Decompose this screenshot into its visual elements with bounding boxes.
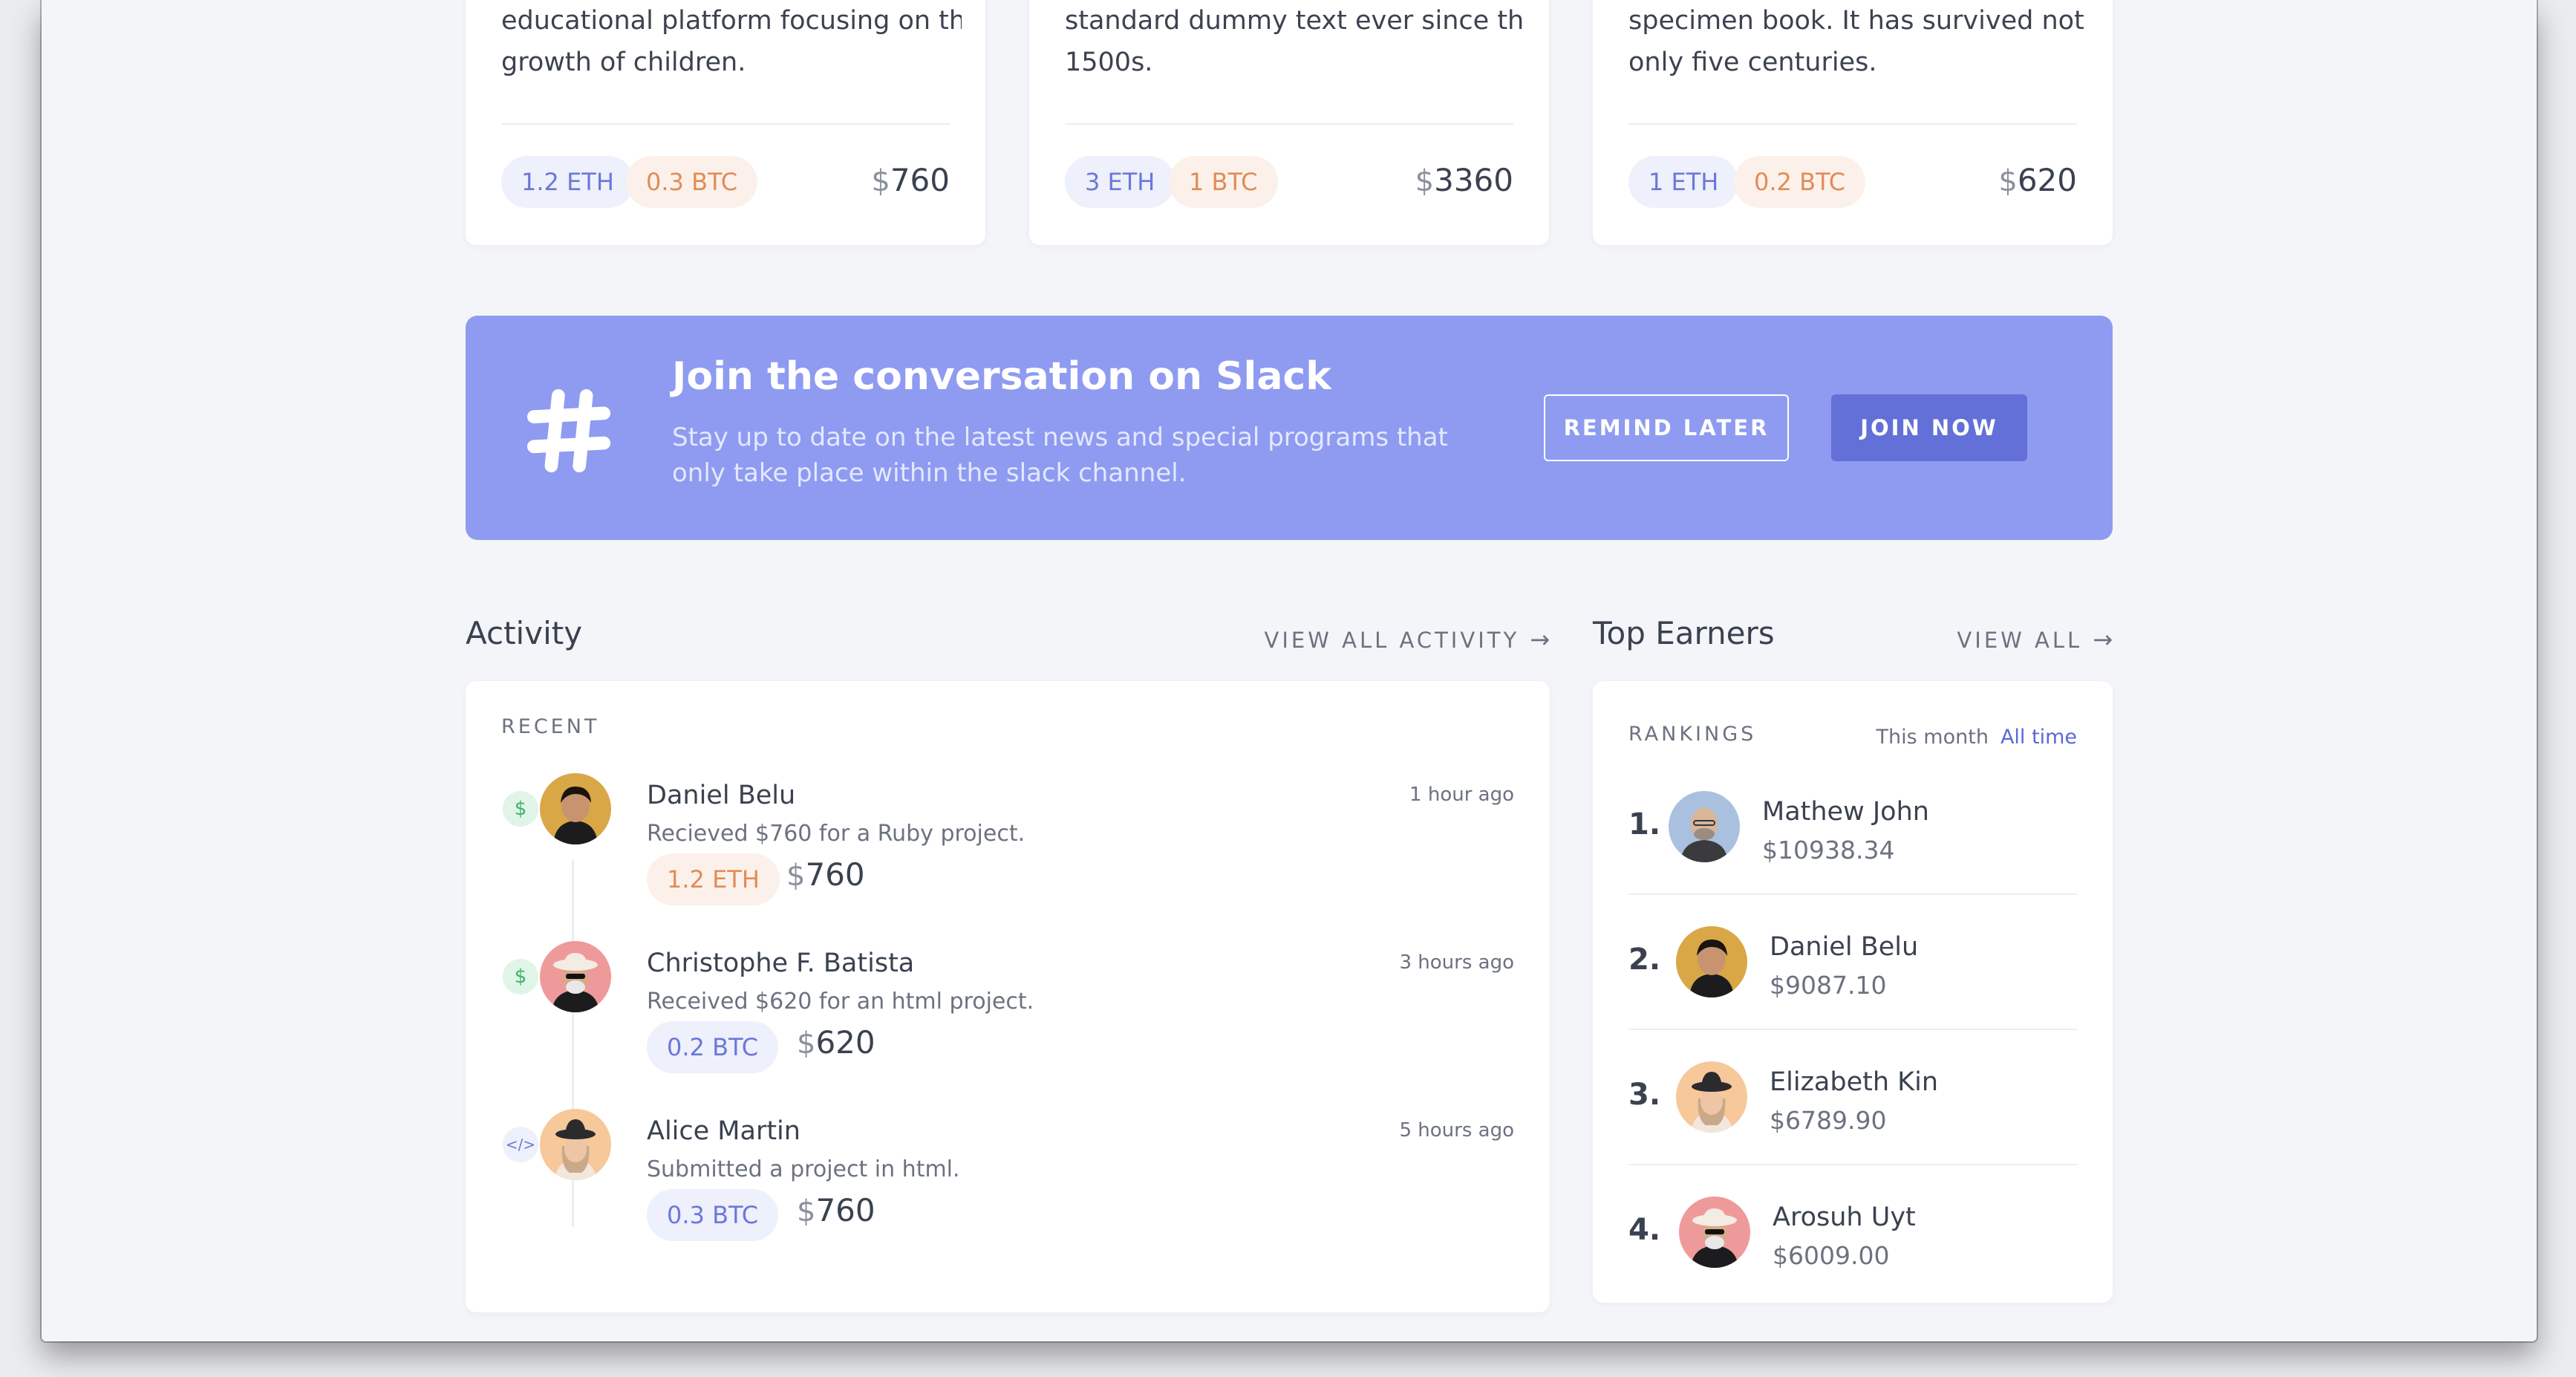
eth-badge: 1.2 ETH — [501, 156, 634, 208]
earner-amount: $6009.00 — [1773, 1241, 1890, 1270]
app-window: educational platform focusing on the gro… — [42, 0, 2537, 1341]
eth-badge: 1 ETH — [1628, 156, 1739, 208]
divider — [1065, 123, 1513, 125]
arrow-right-icon: → — [2093, 625, 2113, 654]
avatar — [1676, 926, 1747, 997]
activity-time: 1 hour ago — [1409, 784, 1514, 806]
activity-time: 3 hours ago — [1399, 951, 1514, 974]
remind-later-button[interactable]: REMIND LATER — [1544, 394, 1789, 461]
btc-badge: 0.2 BTC — [1734, 156, 1866, 208]
ranking-item[interactable]: 2. Daniel Belu $9087.10 — [1628, 895, 2077, 1030]
ranking-item[interactable]: 1. Mathew John $10938.34 — [1628, 760, 2077, 895]
activity-description: Submitted a project in html. — [647, 1156, 960, 1182]
earner-name: Elizabeth Kin — [1770, 1067, 1939, 1097]
avatar — [540, 941, 611, 1012]
activity-user-name: Alice Martin — [647, 1116, 800, 1146]
rankings-label: RANKINGS — [1628, 723, 1757, 746]
slack-title: Join the conversation on Slack — [672, 354, 1331, 399]
course-description: specimen book. It has survived not only … — [1628, 6, 2084, 77]
divider — [1628, 123, 2077, 125]
activity-user-name: Christophe F. Batista — [647, 948, 915, 978]
activity-description: Received $620 for an html project. — [647, 989, 1034, 1015]
recent-label: RECENT — [501, 715, 600, 738]
view-all-earners-link[interactable]: VIEW ALL → — [1957, 625, 2113, 654]
dollar-icon: $ — [503, 791, 538, 827]
activity-amount: $620 — [797, 1024, 875, 1061]
slack-subtitle: Stay up to date on the latest news and s… — [672, 423, 1448, 488]
rank-number: 4. — [1628, 1213, 1661, 1247]
course-cards: educational platform focusing on the gro… — [466, 0, 2113, 245]
earners-tabs: This month All time — [1876, 726, 2077, 749]
activity-amount: $760 — [786, 856, 865, 893]
tab-all-time[interactable]: All time — [2001, 726, 2077, 749]
activity-time: 5 hours ago — [1399, 1119, 1514, 1142]
avatar — [540, 1109, 611, 1180]
activity-title: Activity — [466, 615, 583, 651]
earner-amount: $10938.34 — [1762, 836, 1895, 865]
activity-item[interactable]: $ Daniel Belu 1 hour ago Recieved $760 f… — [466, 773, 1550, 937]
tab-this-month[interactable]: This month — [1876, 726, 1989, 749]
slack-banner: Join the conversation on Slack Stay up t… — [466, 316, 2113, 540]
earner-name: Daniel Belu — [1770, 932, 1919, 962]
activity-user-name: Daniel Belu — [647, 781, 796, 810]
hash-icon — [526, 388, 611, 473]
join-now-button[interactable]: JOIN NOW — [1831, 394, 2027, 461]
course-card[interactable]: specimen book. It has survived not only … — [1593, 0, 2113, 245]
code-icon: </> — [503, 1127, 538, 1162]
course-price: $3360 — [1415, 162, 1513, 198]
activity-amount: $760 — [797, 1192, 875, 1228]
avatar — [1679, 1197, 1750, 1268]
btc-badge: 1 BTC — [1169, 156, 1278, 208]
ranking-item[interactable]: 3. Elizabeth Kin $6789.90 — [1628, 1030, 2077, 1165]
view-all-activity-link[interactable]: VIEW ALL ACTIVITY → — [1265, 625, 1550, 654]
coin-badge: 0.3 BTC — [647, 1189, 779, 1241]
activity-description: Recieved $760 for a Ruby project. — [647, 821, 1025, 847]
rank-number: 2. — [1628, 943, 1661, 977]
arrow-right-icon: → — [1530, 625, 1550, 654]
top-earners-title: Top Earners — [1593, 615, 1775, 651]
course-card[interactable]: standard dummy text ever since the 1500s… — [1029, 0, 1549, 245]
activity-panel: RECENT $ Daniel Belu 1 hour ago Recieved… — [466, 681, 1550, 1312]
earner-amount: $6789.90 — [1770, 1106, 1887, 1135]
eth-badge: 3 ETH — [1065, 156, 1175, 208]
course-card[interactable]: educational platform focusing on the gro… — [466, 0, 985, 245]
earner-name: Arosuh Uyt — [1773, 1202, 1916, 1232]
divider — [501, 123, 950, 125]
earner-amount: $9087.10 — [1770, 971, 1887, 1000]
dollar-icon: $ — [503, 959, 538, 994]
avatar — [540, 773, 611, 844]
btc-badge: 0.3 BTC — [626, 156, 758, 208]
avatar — [1676, 1061, 1747, 1133]
coin-badge: 1.2 ETH — [647, 853, 780, 905]
coin-badge: 0.2 BTC — [647, 1021, 779, 1073]
rank-number: 1. — [1628, 807, 1661, 842]
activity-item[interactable]: </> Alice Martin 5 hours ago Submitted a… — [466, 1109, 1550, 1272]
dashboard-content: educational platform focusing on the gro… — [466, 0, 2113, 1341]
course-description: standard dummy text ever since the 1500s… — [1065, 6, 1525, 77]
top-earners-panel: RANKINGS This month All time 1. Mathew Jo… — [1593, 681, 2113, 1303]
rank-number: 3. — [1628, 1078, 1661, 1112]
ranking-item[interactable]: 4. Arosuh Uyt $6009.00 — [1628, 1165, 2077, 1284]
course-price: $760 — [871, 162, 950, 198]
avatar — [1669, 791, 1740, 862]
earner-name: Mathew John — [1762, 797, 1929, 827]
course-price: $620 — [1998, 162, 2077, 198]
activity-item[interactable]: $ Christophe F. Batista 3 hours ago Rece… — [466, 941, 1550, 1104]
course-description: educational platform focusing on the gro… — [501, 6, 962, 77]
